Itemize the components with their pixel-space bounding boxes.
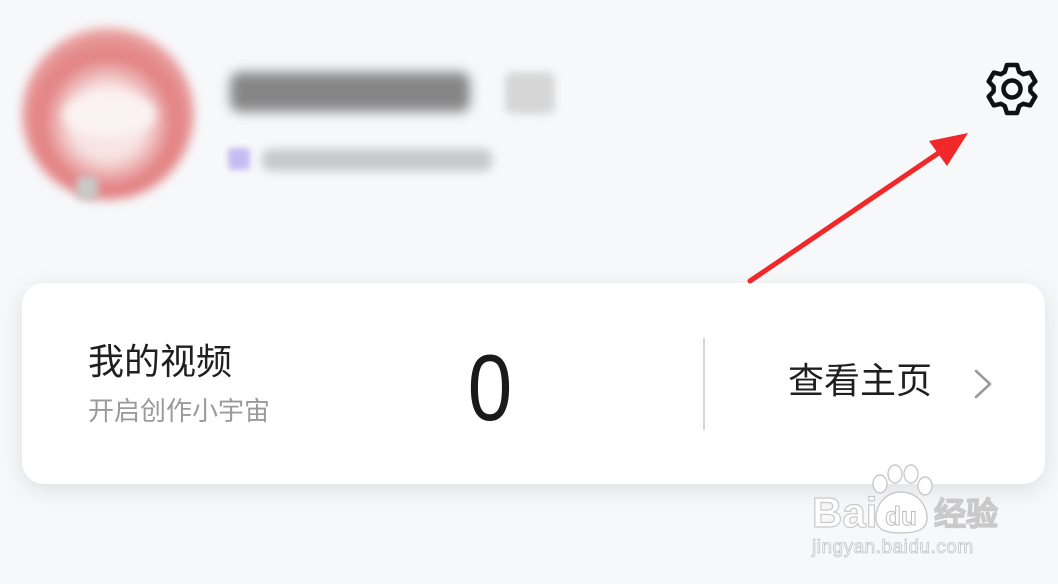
avatar[interactable] [22,28,194,200]
card-title: 我的视频 [88,341,233,382]
watermark-product: 经验 [933,495,999,532]
watermark-paw-icon: du [872,464,933,534]
view-homepage-label: 查看主页 [788,360,933,401]
gear-outline [986,62,1038,116]
avatar-image-detail [62,90,157,138]
arrow-shaft [747,149,943,284]
my-videos-card[interactable]: 我的视频 开启创作小宇宙 0 查看主页 [22,283,1045,484]
card-subtitle: 开启创作小宇宙 [88,396,271,426]
watermark-url: jingyan.baidu.com [812,537,974,559]
vip-icon [228,148,250,170]
video-count: 0 [467,335,513,440]
level-badge-icon [505,72,555,114]
gear-icon[interactable] [983,60,1041,118]
chevron-right-icon [974,369,992,399]
arrow-head [929,133,968,166]
username-blurred[interactable] [230,72,470,112]
watermark-logo-du: du [885,501,917,531]
gear-center [1001,78,1023,100]
card-divider [703,338,705,430]
user-signature-blurred [262,149,492,171]
avatar-decoration [76,176,98,200]
view-homepage-button[interactable]: 查看主页 [782,353,1027,411]
